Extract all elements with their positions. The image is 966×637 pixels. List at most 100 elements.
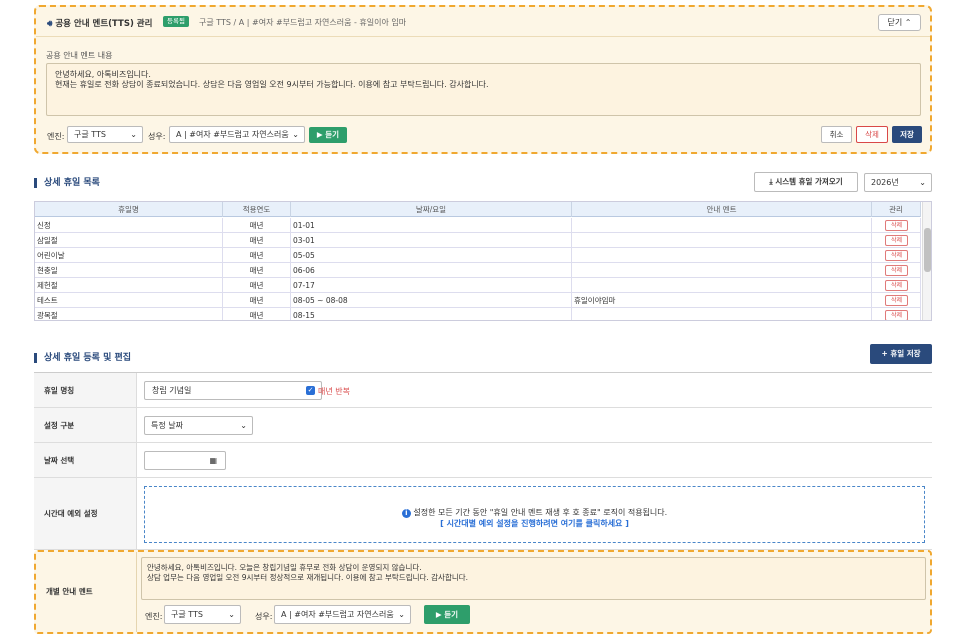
table-cell: [572, 218, 872, 233]
individual-message-row: 개별 안내 멘트 안녕하세요, 아톡비즈입니다. 오늘은 창립기념일 휴무로 전…: [34, 550, 932, 634]
chevron-down-icon: ⌄: [130, 130, 137, 139]
holiday-name-input[interactable]: 창립 기념일: [144, 381, 322, 400]
time-notice: i 설정한 모든 기간 동안 "휴일 안내 멘트 재생 후 호 종료" 로직이 …: [145, 507, 924, 518]
table-row: 신정 매년 01-01 삭제: [35, 218, 921, 233]
status-badge: 등록됨: [163, 16, 189, 27]
engine-select[interactable]: 구글 TTS ⌄: [67, 126, 143, 143]
table-cell: 07-17: [291, 278, 572, 293]
chevron-down-icon: ⌄: [919, 178, 926, 187]
type-select[interactable]: 특정 날짜 ⌄: [144, 416, 253, 435]
table-cell: 삭제: [872, 293, 921, 308]
table-cell: 삭제: [872, 263, 921, 278]
table-cell: 01-01: [291, 218, 572, 233]
row-delete-button[interactable]: 삭제: [885, 280, 908, 291]
import-holidays-button[interactable]: ⤓ 시스템 휴일 가져오기: [754, 172, 858, 192]
voice-label: 성우:: [148, 132, 166, 141]
name-label: 휴일 명칭: [34, 373, 137, 407]
table-cell: 현충일: [35, 263, 223, 278]
content-label: 공용 안내 멘트 내용: [46, 51, 113, 60]
time-label: 시간대 예외 설정: [34, 478, 137, 549]
chevron-up-icon: ⌃: [904, 18, 912, 27]
repeat-checkbox[interactable]: ✓: [306, 386, 315, 395]
table-cell: 매년: [223, 308, 291, 320]
form-row-name: 휴일 명칭 창립 기념일 ✓ 매년 반복: [34, 373, 932, 408]
indiv-label: 개별 안내 멘트: [36, 552, 137, 632]
speaker-icon: 🔊︎: [47, 19, 53, 29]
voice-select[interactable]: A | #여자 #부드럽고 자연스러움 ⌄: [169, 126, 305, 143]
chevron-down-icon: ⌄: [228, 610, 235, 619]
table-scrollbar[interactable]: [922, 202, 931, 320]
type-label: 설정 구분: [34, 408, 137, 442]
table-cell: 삭제: [872, 278, 921, 293]
table-row: 광복절 매년 08-15 삭제: [35, 308, 921, 320]
close-button[interactable]: 닫기 ⌃: [878, 14, 921, 31]
voice-select[interactable]: A | #여자 #부드럽고 자연스러움 ⌄: [274, 605, 411, 624]
column-header: 적용연도: [223, 202, 291, 217]
table-cell: 휴일이야임마: [572, 293, 872, 308]
voice-label: 성우:: [255, 612, 273, 621]
table-cell: 06-06: [291, 263, 572, 278]
engine-label: 엔진:: [145, 612, 163, 621]
listen-button[interactable]: ▶ 듣기: [309, 127, 347, 143]
table-cell: 08-05 ~ 08-08: [291, 293, 572, 308]
table-cell: 05-05: [291, 248, 572, 263]
time-exception-box[interactable]: i 설정한 모든 기간 동안 "휴일 안내 멘트 재생 후 호 종료" 로직이 …: [144, 486, 925, 543]
row-delete-button[interactable]: 삭제: [885, 220, 908, 231]
row-delete-button[interactable]: 삭제: [885, 310, 908, 320]
calendar-icon[interactable]: ▦: [209, 452, 217, 469]
table-cell: [572, 278, 872, 293]
row-delete-button[interactable]: 삭제: [885, 250, 908, 261]
edit-section-title: 상세 휴일 등록 및 편집: [34, 353, 131, 363]
table-cell: 삭제: [872, 233, 921, 248]
date-input[interactable]: ▦: [144, 451, 226, 470]
row-delete-button[interactable]: 삭제: [885, 235, 908, 246]
column-header: 휴일명: [35, 202, 223, 217]
holiday-list-title: 상세 휴일 목록: [34, 178, 100, 188]
download-icon: ⤓: [769, 177, 773, 186]
table-cell: [572, 248, 872, 263]
table-cell: 삭제: [872, 308, 921, 320]
table-cell: [572, 233, 872, 248]
cancel-button[interactable]: 취소: [821, 126, 852, 143]
column-header: 관리: [872, 202, 921, 217]
form-row-date: 날짜 선택 ▦: [34, 443, 932, 478]
table-row: 삼일절 매년 03-01 삭제: [35, 233, 921, 248]
table-cell: 매년: [223, 233, 291, 248]
delete-button[interactable]: 삭제: [856, 126, 888, 143]
table-cell: 신정: [35, 218, 223, 233]
repeat-label[interactable]: 매년 반복: [318, 386, 350, 397]
year-select[interactable]: 2026년 ⌄: [864, 173, 932, 192]
table-cell: 매년: [223, 263, 291, 278]
table-cell: 테스트: [35, 293, 223, 308]
column-header: 날짜/요일: [291, 202, 572, 217]
tts-panel-header: 🔊︎ 공용 안내 멘트(TTS) 관리 등록됨 구글 TTS / A | #여자…: [36, 7, 930, 37]
engine-label: 엔진:: [47, 132, 65, 141]
table-cell: [572, 263, 872, 278]
save-holiday-button[interactable]: + 휴일 저장: [870, 344, 932, 364]
table-cell: 삼일절: [35, 233, 223, 248]
chevron-down-icon: ⌄: [398, 610, 405, 619]
tts-panel: 🔊︎ 공용 안내 멘트(TTS) 관리 등록됨 구글 TTS / A | #여자…: [34, 5, 932, 154]
tts-panel-title: 🔊︎ 공용 안내 멘트(TTS) 관리: [47, 19, 153, 29]
tts-content-textarea[interactable]: 안녕하세요, 아톡비즈입니다. 현재는 휴일로 전화 상담이 종료되었습니다. …: [46, 63, 921, 116]
engine-select[interactable]: 구글 TTS ⌄: [164, 605, 241, 624]
table-cell: 삭제: [872, 248, 921, 263]
table-cell: 매년: [223, 248, 291, 263]
table-cell: 어린이날: [35, 248, 223, 263]
table-row: 테스트 매년 08-05 ~ 08-08 휴일이야임마 삭제: [35, 293, 921, 308]
table-cell: 광복절: [35, 308, 223, 320]
form-row-time: 시간대 예외 설정 i 설정한 모든 기간 동안 "휴일 안내 멘트 재생 후 …: [34, 478, 932, 550]
individual-message-textarea[interactable]: 안녕하세요, 아톡비즈입니다. 오늘은 창립기념일 휴무로 전화 상담이 운영되…: [141, 557, 926, 600]
row-delete-button[interactable]: 삭제: [885, 295, 908, 306]
table-cell: 매년: [223, 278, 291, 293]
row-delete-button[interactable]: 삭제: [885, 265, 908, 276]
save-button[interactable]: 저장: [892, 126, 922, 143]
table-cell: 03-01: [291, 233, 572, 248]
table-header: 휴일명 적용연도 날짜/요일 안내 멘트 관리: [35, 202, 921, 217]
column-header: 안내 멘트: [572, 202, 872, 217]
listen-button[interactable]: ▶ 듣기: [424, 605, 470, 624]
table-row: 현충일 매년 06-06 삭제: [35, 263, 921, 278]
time-exception-link[interactable]: [ 시간대별 예외 설정을 진행하려면 여기를 클릭하세요 ]: [145, 518, 924, 529]
table-row: 어린이날 매년 05-05 삭제: [35, 248, 921, 263]
scroll-thumb[interactable]: [924, 228, 931, 272]
